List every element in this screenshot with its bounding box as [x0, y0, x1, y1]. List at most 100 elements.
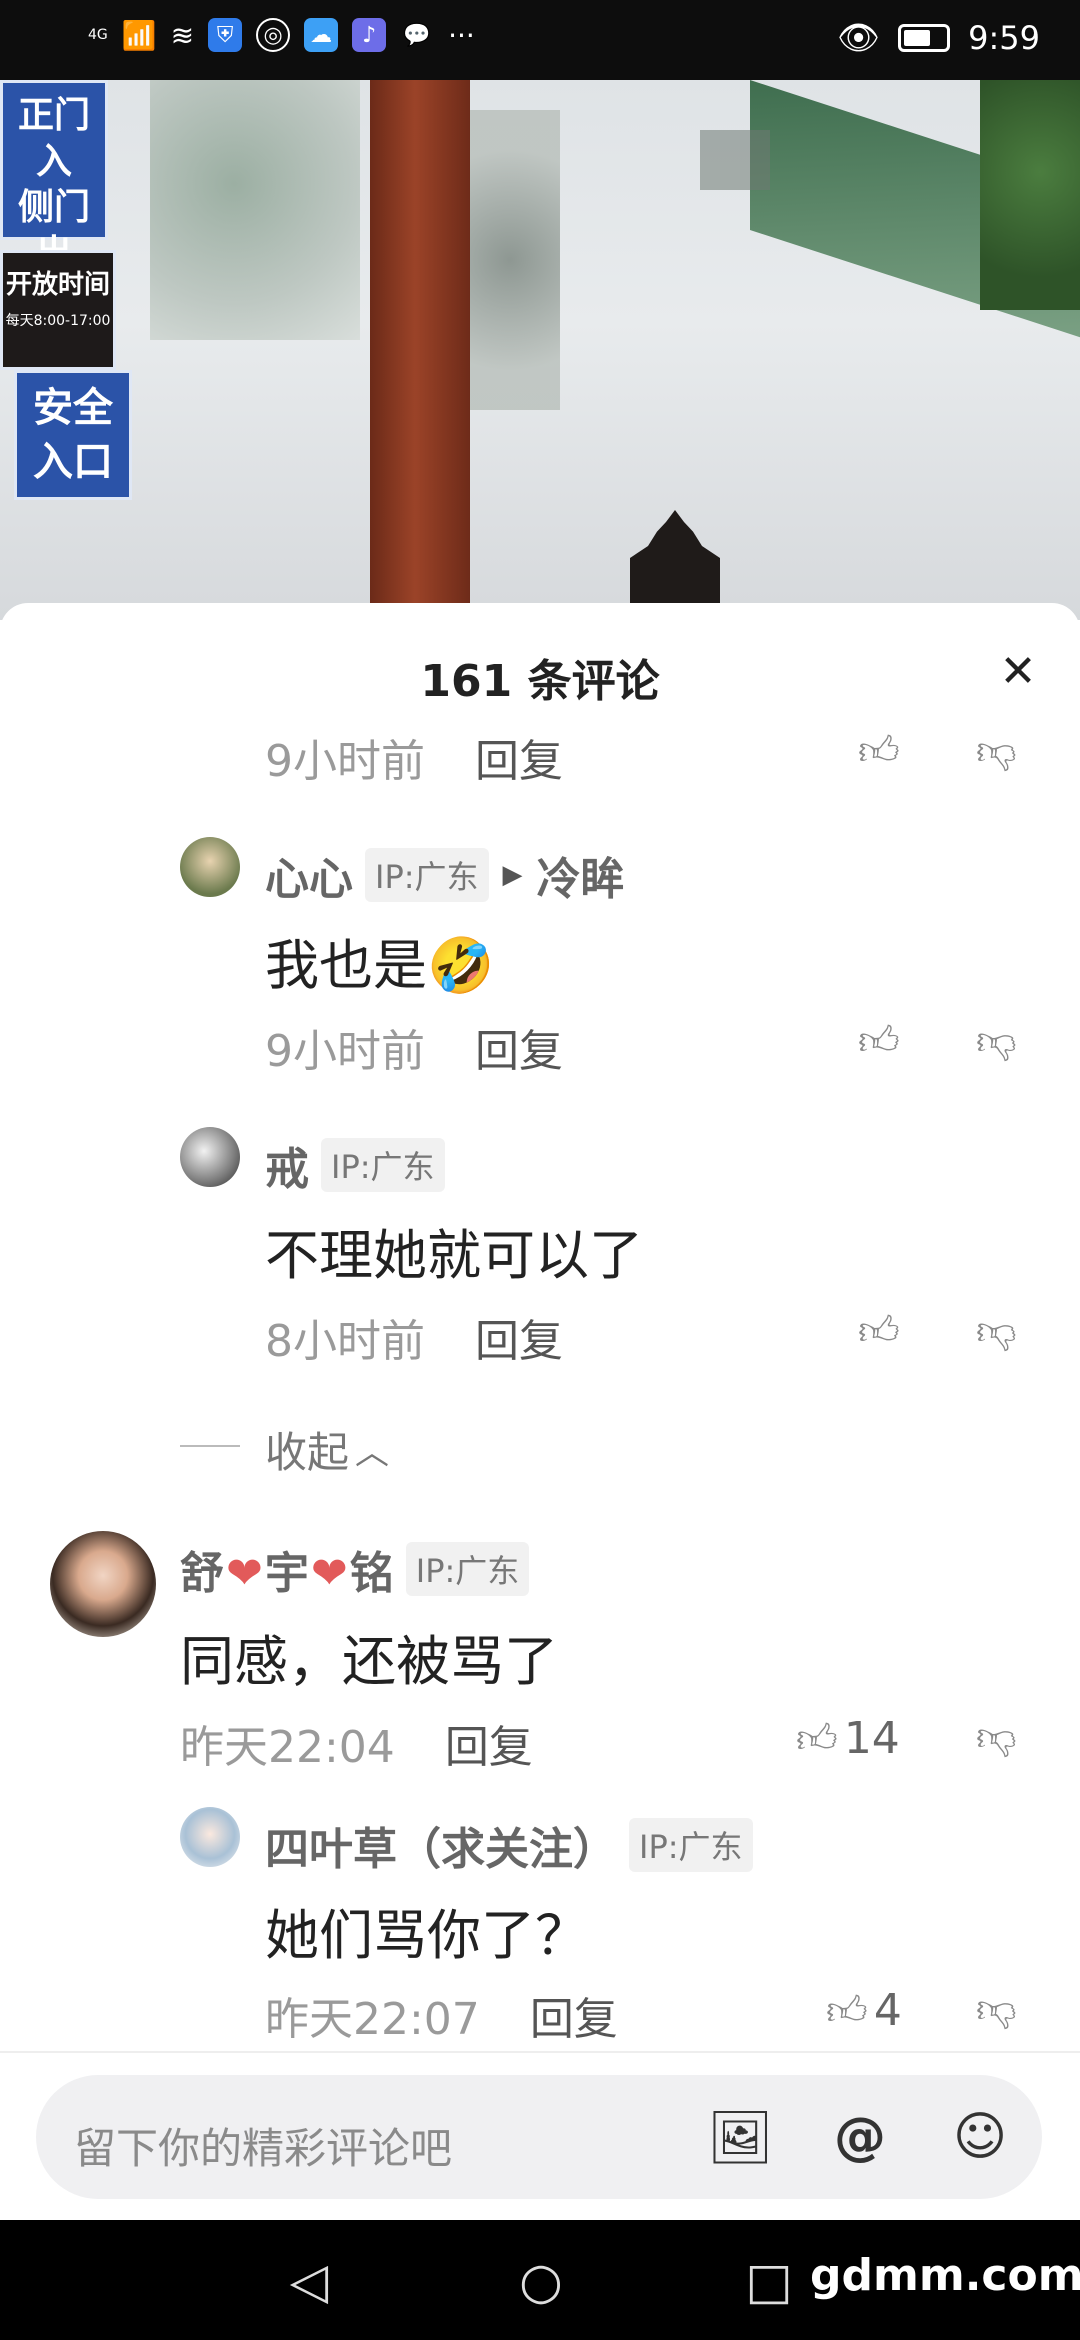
ip-location-badge: IP:广东: [629, 1818, 753, 1872]
thumbs-down-icon: 👎︎: [976, 1308, 1017, 1354]
wifi-icon: ≋: [170, 18, 195, 52]
avatar[interactable]: [50, 1531, 156, 1637]
thumbs-up-icon: 👍︎: [858, 1308, 900, 1354]
avatar[interactable]: [180, 1127, 240, 1187]
comment-meta: 9小时前 回复: [265, 1015, 563, 1079]
comment-text: 同感，还被骂了: [180, 1630, 558, 1693]
divider: [0, 2051, 1080, 2053]
reply-button[interactable]: 回复: [530, 1983, 618, 2047]
music-app-icon: ♪: [352, 18, 387, 52]
avatar[interactable]: [180, 1807, 240, 1867]
collapse-replies-button[interactable]: 收起 ︿: [265, 1419, 389, 1480]
reply-button[interactable]: 回复: [445, 1711, 533, 1775]
browser-app-icon: ◎: [256, 18, 291, 52]
reply-button[interactable]: 回复: [475, 1015, 563, 1079]
comments-count-title: 161 条评论: [420, 656, 660, 707]
like-count: 14: [843, 1713, 900, 1764]
comment-meta: 8小时前 回复: [265, 1305, 563, 1369]
wall-mural: [150, 80, 360, 340]
comment-text: 不理她就可以了: [265, 1224, 643, 1287]
clock: 9:59: [968, 19, 1040, 57]
comment-time: 9小时前: [265, 736, 425, 787]
chevron-up-icon: ︿: [355, 1433, 390, 1473]
thumbs-down-icon: 👎︎: [976, 728, 1017, 774]
battery-icon: [898, 24, 951, 52]
comment-time: 9小时前: [265, 1026, 425, 1077]
comment-header: 心心 IP:广东 ▶ 冷眸: [265, 843, 625, 907]
emoji-icon[interactable]: ☺: [948, 2105, 1012, 2169]
video-player[interactable]: 正门入 侧门出 开放时间 每天8:00-17:00 安全 入口: [0, 80, 1080, 620]
more-notifications-icon: ···: [448, 18, 475, 52]
back-icon[interactable]: ◁: [274, 2246, 344, 2316]
avatar[interactable]: [180, 837, 240, 897]
heart-icon: ❤: [226, 1548, 263, 1599]
comments-sheet: 161 条评论 ✕ 9小时前 回复 👍︎ 👎︎ 心心 IP:广东 ▶ 冷眸 我也…: [0, 603, 1080, 2220]
dislike-button[interactable]: 👎︎: [976, 1017, 1017, 1065]
eye-comfort-icon: 👁: [836, 18, 881, 58]
wechat-app-icon: 💬: [403, 22, 431, 48]
watermark: gdmm.com: [810, 2250, 1080, 2301]
mention-icon[interactable]: @: [828, 2105, 892, 2169]
comment-input[interactable]: 留下你的精彩评论吧: [74, 2115, 452, 2176]
thumbs-down-icon: 👎︎: [976, 1714, 1017, 1760]
system-navigation-bar: ◁ ○ □ gdmm.com: [0, 2220, 1080, 2340]
thumbs-up-icon: 👍︎: [858, 1018, 900, 1064]
thumbs-up-icon: 👍︎: [858, 728, 900, 774]
dislike-button[interactable]: 👎︎: [976, 1307, 1017, 1355]
username[interactable]: 戒: [265, 1133, 309, 1197]
dislike-button[interactable]: 👎︎: [976, 1985, 1017, 2033]
username[interactable]: 心心: [265, 843, 353, 907]
ip-location-badge: IP:广东: [365, 848, 489, 902]
thumbs-up-icon: 👍︎: [826, 1987, 868, 2034]
comment-meta: 9小时前 回复: [265, 725, 563, 789]
dislike-button[interactable]: 👎︎: [976, 1713, 1017, 1761]
reply-button[interactable]: 回复: [475, 1305, 563, 1369]
comment-header: 四叶草（求关注） IP:广东: [265, 1813, 753, 1877]
reply-arrow-icon: ▶: [502, 860, 523, 890]
like-button[interactable]: 👍︎: [858, 1307, 900, 1355]
comment-input-bar: 留下你的精彩评论吧 🖼︎ @ ☺: [36, 2075, 1042, 2199]
comment-meta: 昨天22:04 回复: [180, 1711, 533, 1775]
status-bar: 4G 📶 ≋ ⛨ ◎ ☁ ♪ 💬 ··· 👁 9:59: [0, 0, 1080, 80]
comment-meta: 昨天22:07 回复: [265, 1983, 618, 2047]
thumbs-down-icon: 👎︎: [976, 1018, 1017, 1064]
cloud-app-icon: ☁: [304, 18, 339, 52]
like-count: 4: [873, 1985, 902, 2036]
red-pillar: [370, 80, 470, 620]
trees: [980, 80, 1080, 310]
like-button[interactable]: 👍︎ 4: [826, 1985, 902, 2036]
thumbs-down-icon: 👎︎: [976, 1986, 1017, 2032]
heart-icon: ❤: [310, 1548, 348, 1599]
image-icon[interactable]: 🖼︎: [707, 2105, 773, 2169]
ip-location-badge: IP:广东: [321, 1138, 445, 1192]
close-icon[interactable]: ✕: [986, 639, 1050, 703]
username[interactable]: 四叶草（求关注）: [265, 1813, 617, 1877]
ip-location-badge: IP:广东: [405, 1542, 530, 1596]
signal-icon: 📶: [121, 18, 157, 52]
comment-time: 昨天22:04: [180, 1722, 395, 1773]
entrance-sign: 正门入 侧门出: [0, 80, 108, 274]
home-icon[interactable]: ○: [506, 2246, 576, 2316]
thumbs-up-icon: 👍︎: [796, 1715, 838, 1762]
comment-time: 昨天22:07: [265, 1994, 480, 2045]
comment-header: 戒 IP:广东: [265, 1133, 445, 1197]
network-type: 4G: [88, 27, 108, 43]
username[interactable]: 舒❤宇❤铭: [180, 1537, 394, 1601]
like-button[interactable]: 👍︎ 14: [796, 1713, 900, 1764]
reply-button[interactable]: 回复: [475, 725, 563, 789]
opening-hours-sign: 开放时间 每天8:00-17:00: [0, 250, 116, 370]
recents-icon[interactable]: □: [734, 2246, 804, 2316]
laughing-emoji: 🤣: [427, 934, 495, 997]
security-camera: [700, 130, 770, 190]
comment-header: 舒❤宇❤铭 IP:广东: [180, 1537, 530, 1601]
shield-app-icon: ⛨: [208, 18, 243, 52]
safety-entrance-sign: 安全 入口: [14, 370, 132, 500]
comment-text: 她们骂你了？: [265, 1904, 589, 1967]
wall-mural: [460, 110, 560, 410]
dislike-button[interactable]: 👎︎: [976, 727, 1017, 775]
reply-to-username[interactable]: 冷眸: [537, 843, 625, 907]
like-button[interactable]: 👍︎: [858, 727, 900, 775]
comment-time: 8小时前: [265, 1316, 425, 1367]
like-button[interactable]: 👍︎: [858, 1017, 900, 1065]
comment-text: 我也是🤣: [265, 934, 495, 997]
